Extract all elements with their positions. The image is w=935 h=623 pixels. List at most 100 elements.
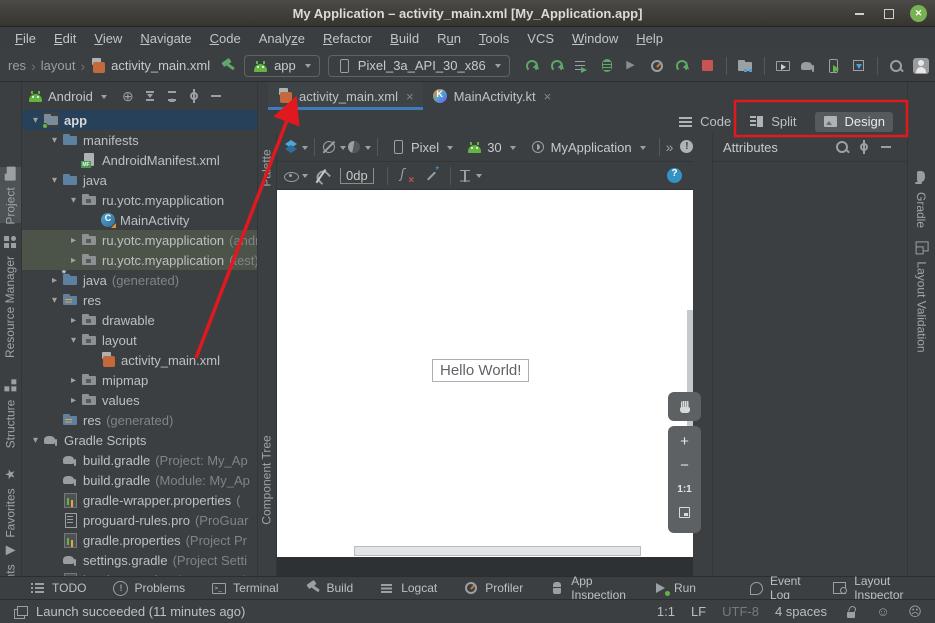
tree-row-build-gradle[interactable]: build.gradle(Module: My_Ap bbox=[22, 470, 257, 490]
tree-row-values[interactable]: ▸values bbox=[22, 390, 257, 410]
coverage-button[interactable] bbox=[620, 54, 645, 78]
tool-strip-structure[interactable]: Structure bbox=[0, 378, 21, 448]
attributes-search-button[interactable] bbox=[831, 136, 853, 158]
breadcrumb-segment[interactable]: layout bbox=[41, 58, 76, 73]
tool-window-todo[interactable]: TODO bbox=[30, 580, 86, 596]
close-tab-icon[interactable]: × bbox=[544, 89, 552, 104]
default-margin[interactable]: 0dp bbox=[340, 168, 374, 184]
chevron-collapsed-icon[interactable]: ▸ bbox=[66, 315, 81, 326]
settings-button[interactable] bbox=[183, 85, 205, 107]
lock-button[interactable] bbox=[843, 604, 859, 620]
tree-row-gradle-scripts[interactable]: ▾Gradle Scripts bbox=[22, 430, 257, 450]
tree-row-res[interactable]: res(generated) bbox=[22, 410, 257, 430]
chevron-collapsed-icon[interactable]: ▸ bbox=[66, 375, 81, 386]
tool-window-run[interactable]: Run bbox=[652, 580, 696, 596]
chevron-collapsed-icon[interactable]: ▸ bbox=[66, 395, 81, 406]
mode-split[interactable]: Split bbox=[749, 114, 796, 130]
zoom-in-button[interactable]: + bbox=[680, 435, 689, 449]
menu-item-file[interactable]: File bbox=[6, 31, 45, 46]
apply-changes-button[interactable] bbox=[545, 54, 570, 78]
mode-design[interactable]: Design bbox=[815, 112, 893, 132]
view-options-button[interactable] bbox=[283, 164, 308, 188]
menu-item-edit[interactable]: Edit bbox=[45, 31, 85, 46]
tool-window-layout-inspector[interactable]: Layout Inspector bbox=[832, 574, 917, 602]
tree-row-proguard-rules-pro[interactable]: proguard-rules.pro(ProGuar bbox=[22, 510, 257, 530]
expand-all-button[interactable] bbox=[139, 85, 161, 107]
stop-button[interactable] bbox=[695, 54, 720, 78]
chevron-collapsed-icon[interactable]: ▸ bbox=[66, 255, 81, 266]
menu-item-build[interactable]: Build bbox=[381, 31, 428, 46]
editor-tab-mainactivity-kt[interactable]: MainActivity.kt× bbox=[423, 82, 561, 110]
menu-item-vcs[interactable]: VCS bbox=[518, 31, 563, 46]
status-1-1[interactable]: 1:1 bbox=[657, 604, 675, 619]
tool-strip-project[interactable]: Project bbox=[0, 167, 21, 223]
device-select[interactable]: Pixel bbox=[391, 139, 453, 155]
menu-item-code[interactable]: Code bbox=[201, 31, 250, 46]
autoconnect-off-button[interactable] bbox=[308, 164, 333, 188]
debug-button[interactable] bbox=[595, 54, 620, 78]
tool-window-logcat[interactable]: Logcat bbox=[379, 580, 437, 596]
menu-item-help[interactable]: Help bbox=[627, 31, 672, 46]
tree-row-mipmap[interactable]: ▸mipmap bbox=[22, 370, 257, 390]
tree-row-java[interactable]: ▾java bbox=[22, 170, 257, 190]
chevron-expanded-icon[interactable]: ▾ bbox=[47, 175, 62, 186]
window-stack-icon[interactable] bbox=[12, 604, 28, 620]
happy-face-button[interactable] bbox=[875, 604, 891, 620]
tree-row-java[interactable]: ▸java(generated) bbox=[22, 270, 257, 290]
hello-world-textview[interactable]: Hello World! bbox=[432, 359, 529, 382]
apply-code-changes-button[interactable] bbox=[570, 54, 595, 78]
tree-row-res[interactable]: ▾res bbox=[22, 290, 257, 310]
chevron-collapsed-icon[interactable]: ▸ bbox=[47, 275, 62, 286]
chevron-expanded-icon[interactable]: ▾ bbox=[28, 435, 43, 446]
tree-row-ru-yotc-myapplication[interactable]: ▸ru.yotc.myapplication(test) bbox=[22, 250, 257, 270]
clear-constraints-button[interactable] bbox=[394, 164, 419, 188]
gradle-sync-button[interactable] bbox=[796, 54, 821, 78]
palette-tab[interactable]: Palette bbox=[258, 161, 276, 175]
theme-select[interactable]: MyApplication bbox=[530, 139, 646, 155]
tree-row-drawable[interactable]: ▸drawable bbox=[22, 310, 257, 330]
menu-item-analyze[interactable]: Analyze bbox=[250, 31, 314, 46]
chevron-expanded-icon[interactable]: ▾ bbox=[66, 335, 81, 346]
user-avatar-button[interactable] bbox=[909, 54, 934, 78]
api-select[interactable]: 30 bbox=[467, 140, 515, 155]
tree-row-ru-yotc-myapplication[interactable]: ▾ru.yotc.myapplication bbox=[22, 190, 257, 210]
tree-row-gradle-properties[interactable]: gradle.properties(Project Pr bbox=[22, 530, 257, 550]
help-button[interactable] bbox=[662, 164, 687, 188]
sdk-manager-button[interactable] bbox=[846, 54, 871, 78]
chevron-expanded-icon[interactable]: ▾ bbox=[47, 295, 62, 306]
apply-restart-button[interactable] bbox=[670, 54, 695, 78]
menu-item-tools[interactable]: Tools bbox=[470, 31, 518, 46]
sad-face-button[interactable] bbox=[907, 604, 923, 620]
chevron-expanded-icon[interactable]: ▾ bbox=[47, 135, 62, 146]
device-manager-button[interactable] bbox=[771, 54, 796, 78]
status-lf[interactable]: LF bbox=[691, 604, 706, 619]
menu-item-view[interactable]: View bbox=[85, 31, 131, 46]
run-configuration-select[interactable]: app bbox=[244, 55, 320, 77]
error-panel-button[interactable] bbox=[679, 135, 695, 159]
rerun-button[interactable] bbox=[520, 54, 545, 78]
tool-strip-favorites[interactable]: Favorites bbox=[0, 464, 21, 540]
profiler-button[interactable] bbox=[645, 54, 670, 78]
close-button[interactable] bbox=[910, 5, 927, 22]
component-tree-tab[interactable]: Component Tree bbox=[258, 473, 276, 487]
tool-strip-resource-manager[interactable]: Resource Manager bbox=[0, 240, 21, 352]
tool-strip-gradle[interactable]: Gradle bbox=[908, 167, 935, 231]
menu-item-refactor[interactable]: Refactor bbox=[314, 31, 381, 46]
tool-window-app-inspection[interactable]: App Inspection bbox=[549, 574, 626, 602]
tool-window-build[interactable]: Build bbox=[305, 580, 354, 596]
horizontal-scrollbar[interactable] bbox=[354, 546, 641, 556]
tree-row-build-gradle[interactable]: build.gradle(Project: My_Ap bbox=[22, 450, 257, 470]
tree-row-androidmanifest-xml[interactable]: AndroidManifest.xml bbox=[22, 150, 257, 170]
tool-window-event-log[interactable]: Event Log bbox=[748, 574, 806, 602]
locate-button[interactable] bbox=[117, 85, 139, 107]
zoom-fit-slot[interactable] bbox=[677, 505, 693, 524]
breadcrumb-file[interactable]: activity_main.xml bbox=[111, 58, 210, 73]
minimize-button[interactable] bbox=[850, 5, 868, 23]
hide-button[interactable] bbox=[205, 85, 227, 107]
attributes-hide-button[interactable] bbox=[875, 136, 897, 158]
editor-tab-activity-main-xml[interactable]: activity_main.xml× bbox=[268, 82, 423, 110]
menu-item-run[interactable]: Run bbox=[428, 31, 470, 46]
collapse-all-button[interactable] bbox=[161, 85, 183, 107]
tool-window-profiler[interactable]: Profiler bbox=[463, 580, 523, 596]
tree-row-ru-yotc-myapplication[interactable]: ▸ru.yotc.myapplication(androidTest) bbox=[22, 230, 257, 250]
